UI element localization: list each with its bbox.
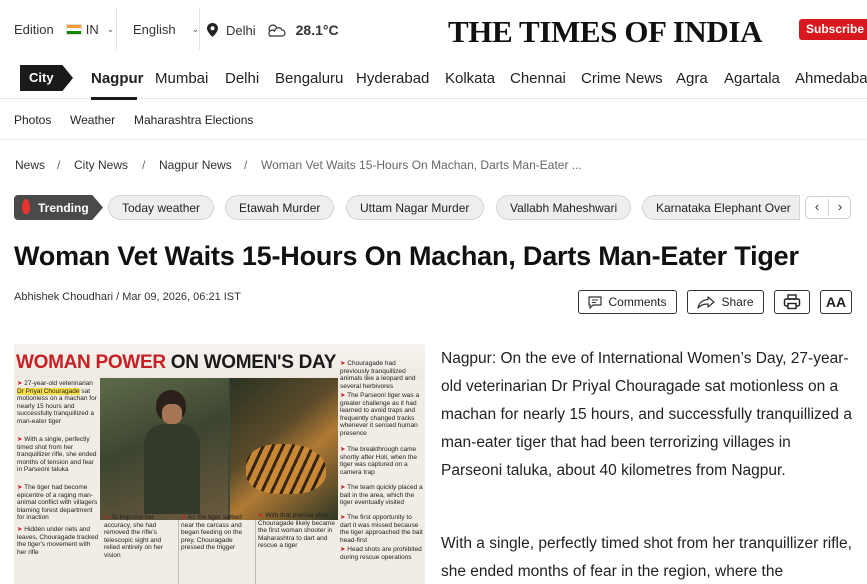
nav-item-bengaluru[interactable]: Bengaluru	[275, 70, 343, 87]
image-caption: ➤ Head shots are prohibited during rescu…	[340, 546, 422, 561]
image-caption: ➤ Chouragade had previously tranquillize…	[340, 360, 416, 390]
share-button[interactable]: Share	[687, 290, 764, 314]
nav-item-chennai[interactable]: Chennai	[510, 70, 566, 87]
flame-icon	[22, 199, 30, 214]
temperature: 28.1°C	[295, 22, 339, 38]
nav-item-delhi[interactable]: Delhi	[225, 70, 259, 87]
language-label: English	[133, 22, 176, 37]
partly-cloudy-icon	[267, 24, 286, 37]
vet-figure	[144, 384, 204, 514]
weather-widget[interactable]: Delhi 28.1°C	[207, 22, 339, 38]
edition-selector[interactable]: Edition IN ⌄	[14, 22, 114, 37]
nav-item-kolkata[interactable]: Kolkata	[445, 70, 495, 87]
printer-icon	[783, 294, 801, 310]
nav-item-agartala[interactable]: Agartala	[724, 70, 780, 87]
image-caption: ➤ The tiger had become epicentre of a ra…	[17, 484, 98, 522]
edition-label: Edition	[14, 22, 54, 37]
image-caption: ➤ Hidden under nets and leaves, Chouraga…	[17, 526, 99, 556]
image-title-black: ON WOMEN'S DAY	[165, 352, 337, 373]
divider	[178, 520, 179, 584]
comments-button[interactable]: Comments	[578, 290, 677, 314]
tiger-figure	[246, 444, 326, 494]
chevron-down-icon: ⌄	[106, 24, 115, 34]
city-nav: City Nagpur Mumbai Delhi Bengaluru Hyder…	[0, 58, 867, 99]
nav-item-mumbai[interactable]: Mumbai	[155, 70, 208, 87]
divider	[116, 8, 117, 50]
nav-item-agra[interactable]: Agra	[676, 70, 708, 87]
share-icon	[697, 295, 716, 309]
language-selector[interactable]: English ⌄	[133, 22, 199, 37]
comments-label: Comments	[608, 295, 667, 309]
nav-item-ahmedabad[interactable]: Ahmedabad	[795, 70, 867, 87]
article-headline: Woman Vet Waits 15-Hours On Machan, Dart…	[14, 241, 799, 271]
image-caption: ➤ The team quickly placed a bait in the …	[340, 484, 423, 507]
image-caption: ➤ With a single, perfectly timed shot fr…	[17, 436, 97, 474]
subnav-photos[interactable]: Photos	[14, 113, 51, 127]
subnav-weather[interactable]: Weather	[70, 113, 115, 127]
image-title: WOMAN POWER ON WOMEN'S DAY	[16, 352, 336, 374]
divider	[0, 139, 867, 140]
edition-value: IN	[85, 22, 99, 37]
india-flag-icon	[65, 24, 82, 35]
trending-scroller: ‹ ›	[805, 196, 851, 219]
image-caption: ➤ The Parseoni tiger was a greater chall…	[340, 392, 420, 437]
image-caption: ➤ To improve her accuracy, she had remov…	[104, 514, 163, 559]
nav-item-hyderabad[interactable]: Hyderabad	[356, 70, 429, 87]
divider	[199, 8, 200, 50]
font-size-button[interactable]: AA	[820, 290, 852, 314]
image-caption: ➤ 27-year-old veterinarian Dr Priyal Chou…	[17, 380, 97, 425]
image-caption: ➤ The breakthrough came shortly after Ho…	[340, 446, 417, 476]
location-pin-icon	[207, 23, 218, 37]
print-button[interactable]	[774, 290, 810, 314]
top-bar: Edition IN ⌄ English ⌄ Delhi 28.1°C THE …	[0, 0, 867, 58]
breadcrumb-separator: /	[142, 158, 146, 172]
image-title-red: WOMAN POWER	[16, 352, 166, 373]
city-label: Delhi	[226, 22, 256, 38]
nav-item-nagpur[interactable]: Nagpur	[91, 70, 144, 87]
article-byline: Abhishek Choudhari / Mar 09, 2026, 06:21…	[14, 291, 241, 303]
subscribe-button[interactable]: Subscribe T	[799, 19, 867, 40]
breadcrumb-city-news[interactable]: City News	[74, 158, 128, 172]
comment-icon	[588, 295, 603, 309]
active-nav-underline	[91, 97, 137, 100]
image-caption: ➤ As the tiger settled near the carcass …	[181, 514, 243, 552]
trending-pill-etawah-murder[interactable]: Etawah Murder	[225, 195, 334, 220]
article-paragraph: Nagpur: On the eve of International Wome…	[441, 350, 852, 479]
trending-pill-karnataka-elephant[interactable]: Karnataka Elephant Over	[642, 195, 800, 220]
image-caption: ➤ The first opportunity to dart it was m…	[340, 514, 423, 544]
divider	[255, 520, 256, 584]
article-hero-image[interactable]: WOMAN POWER ON WOMEN'S DAY ➤ 27-year-old…	[14, 344, 425, 584]
breadcrumb-news[interactable]: News	[15, 158, 45, 172]
article-paragraph: With a single, perfectly timed shot from…	[441, 535, 852, 580]
breadcrumb-separator: /	[57, 158, 61, 172]
trending-pill-uttam-nagar-murder[interactable]: Uttam Nagar Murder	[346, 195, 484, 220]
trending-pill-today-weather[interactable]: Today weather	[108, 195, 214, 220]
divider	[828, 199, 829, 216]
city-tag: City	[20, 65, 73, 91]
breadcrumb-nagpur-news[interactable]: Nagpur News	[159, 158, 232, 172]
site-logo[interactable]: THE TIMES OF INDIA	[448, 14, 762, 50]
trending-pill-vallabh-maheshwari[interactable]: Vallabh Maheshwari	[496, 195, 631, 220]
breadcrumb-separator: /	[244, 158, 248, 172]
chevron-left-icon[interactable]: ‹	[807, 199, 827, 214]
breadcrumb-current: Woman Vet Waits 15-Hours On Machan, Dart…	[261, 158, 582, 172]
chevron-right-icon[interactable]: ›	[830, 199, 850, 214]
image-caption: ➤ With that precise shot, Chouragade lik…	[258, 512, 335, 550]
nav-item-crime-news[interactable]: Crime News	[581, 70, 663, 87]
subnav-maharashtra-elections[interactable]: Maharashtra Elections	[134, 113, 253, 127]
share-label: Share	[721, 295, 754, 309]
